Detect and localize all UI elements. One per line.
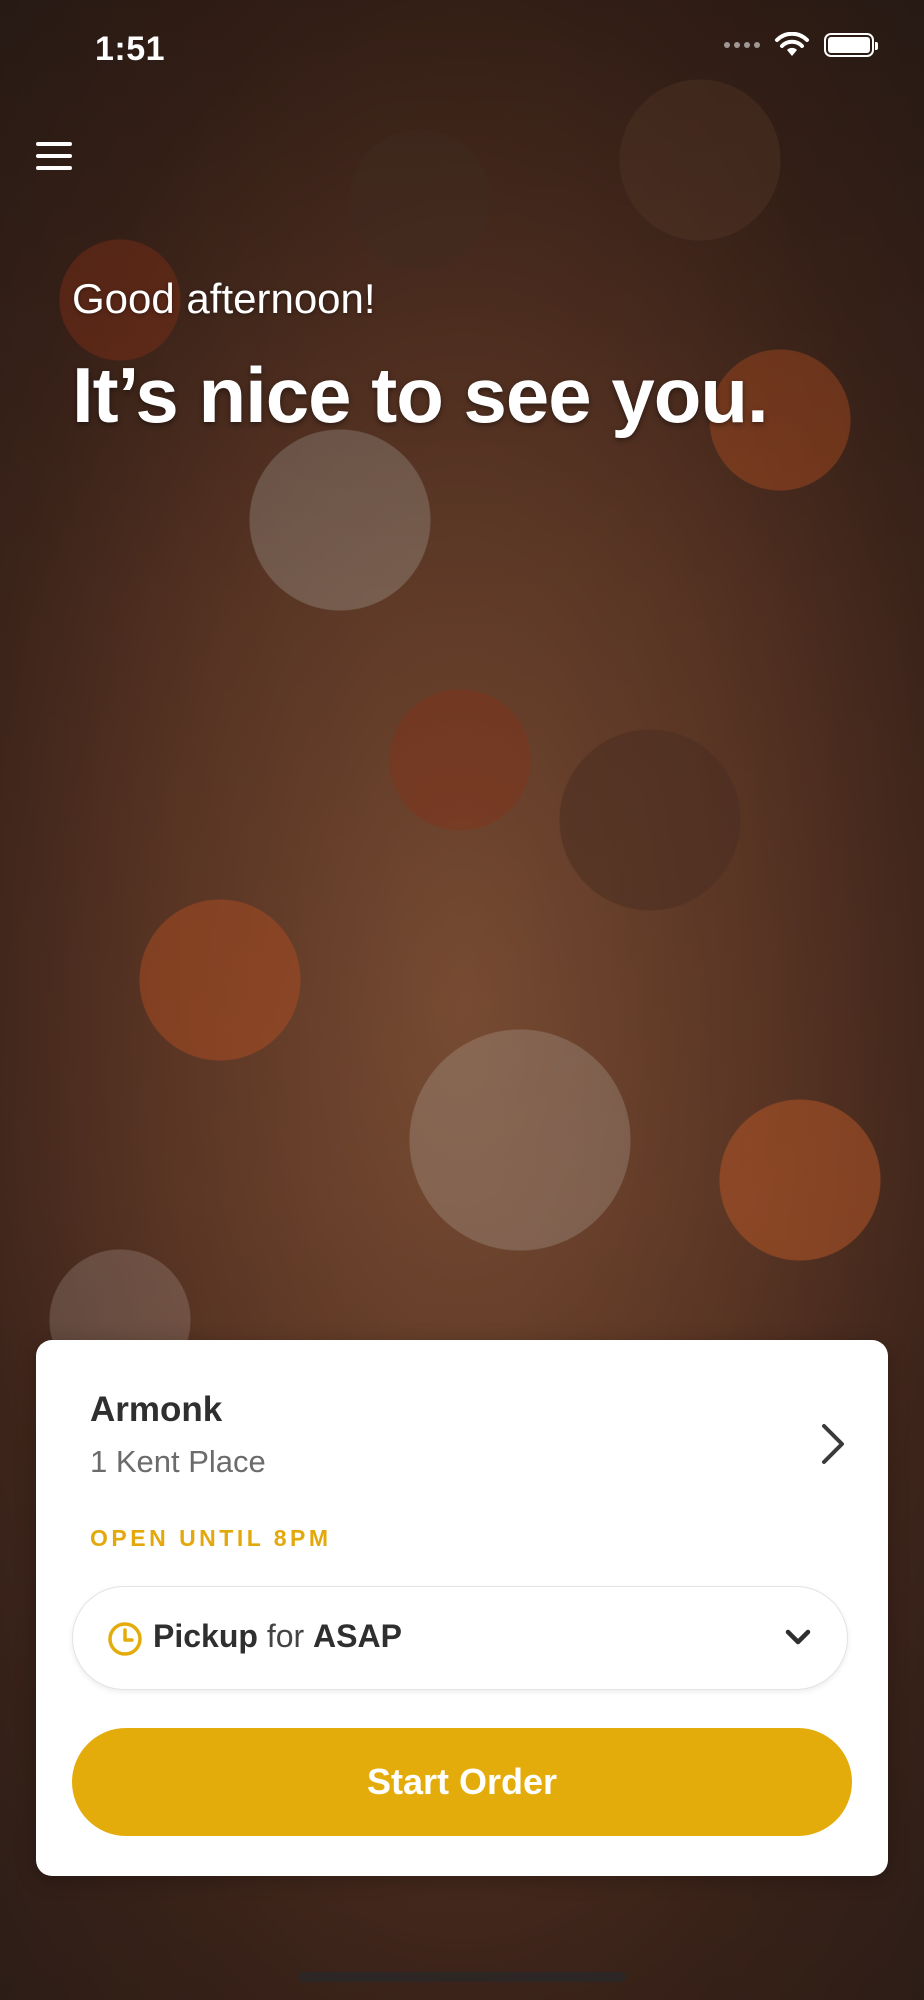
store-selector[interactable]: Armonk 1 Kent Place	[90, 1390, 850, 1500]
open-status: OPEN UNTIL 8PM	[90, 1525, 332, 1551]
order-mode-connector: for	[266, 1618, 305, 1654]
store-address: 1 Kent Place	[90, 1444, 266, 1479]
clock-icon	[108, 1622, 142, 1656]
order-mode-selector[interactable]: Pickup for ASAP	[72, 1586, 848, 1690]
status-bar: 1:51	[0, 0, 924, 100]
greeting-text: Good afternoon!	[72, 275, 376, 322]
order-mode-label: Pickup for ASAP	[153, 1618, 402, 1655]
order-card: Armonk 1 Kent Place OPEN UNTIL 8PM Picku…	[36, 1340, 888, 1876]
order-mode-time: ASAP	[313, 1618, 402, 1654]
chevron-down-icon	[785, 1629, 811, 1645]
battery-icon	[824, 33, 878, 57]
order-mode-type: Pickup	[153, 1618, 258, 1654]
status-time: 1:51	[95, 30, 166, 68]
status-icons	[724, 32, 878, 58]
store-name: Armonk	[90, 1390, 223, 1429]
home-screen: 1:51 Good afternoon! It’s nice to see yo…	[0, 0, 924, 2000]
headline-text: It’s nice to see you.	[72, 351, 769, 439]
home-indicator[interactable]	[298, 1972, 626, 1982]
cellular-signal-icon	[724, 42, 760, 48]
hamburger-menu-icon[interactable]	[36, 142, 72, 174]
chevron-right-icon	[822, 1424, 844, 1464]
start-order-button[interactable]: Start Order	[72, 1728, 852, 1836]
wifi-icon	[775, 32, 809, 56]
